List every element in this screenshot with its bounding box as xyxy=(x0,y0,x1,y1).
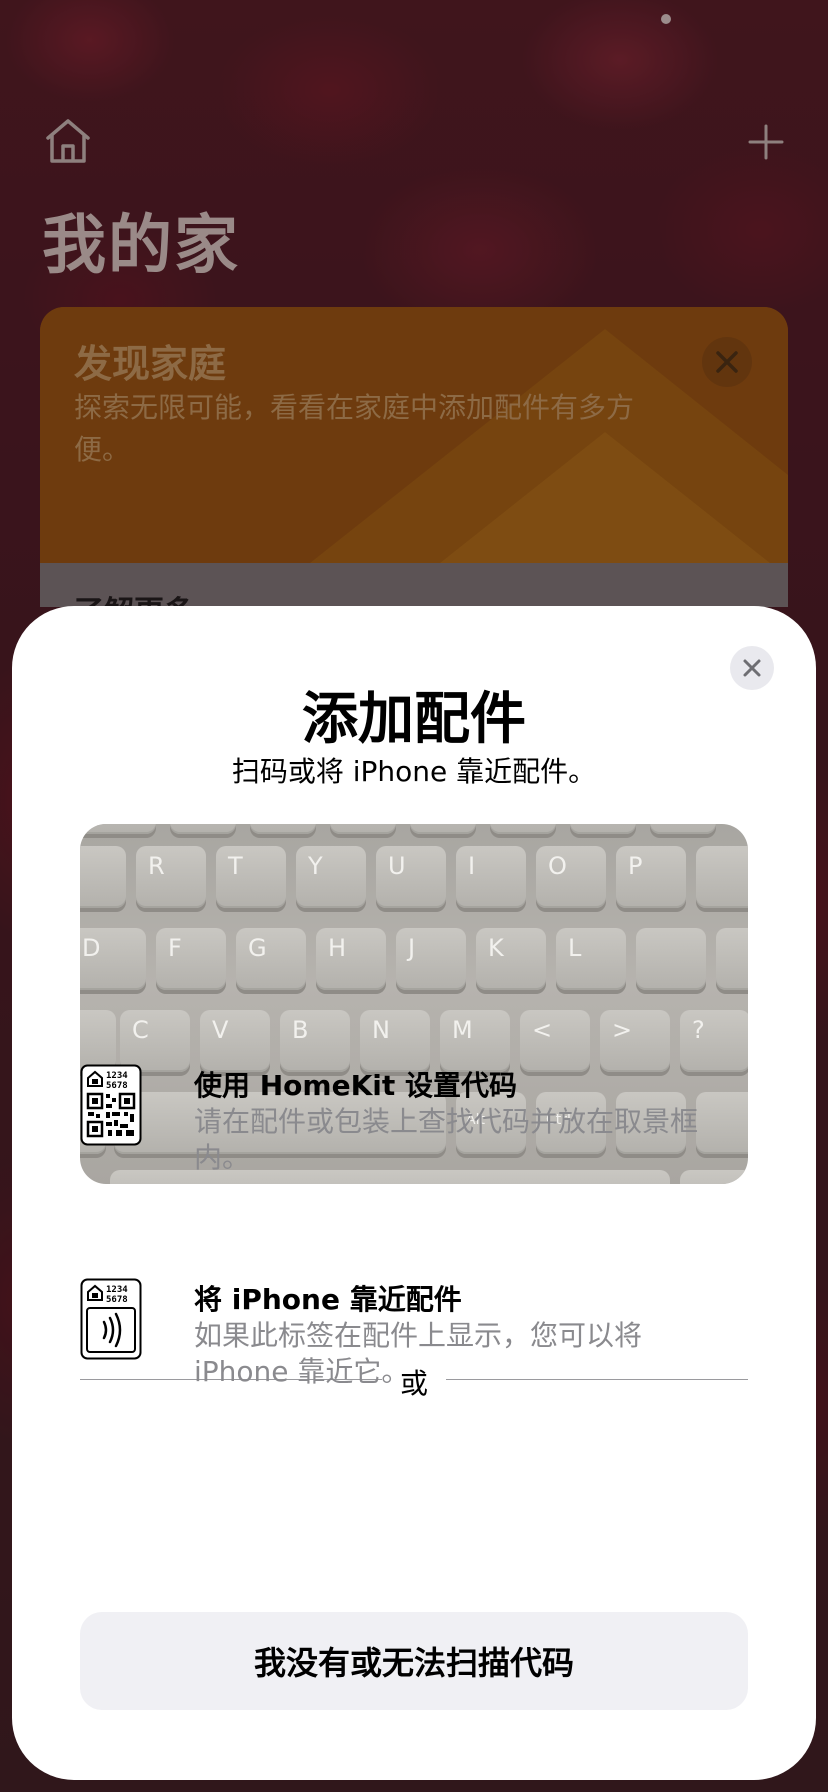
banner-text: 探索无限可能，看看在家庭中添加配件有多方便。 xyxy=(74,391,635,466)
keyboard-key xyxy=(650,824,716,834)
option-description: 请在配件或包装上查找代码并放在取景框内。 xyxy=(194,1105,699,1174)
keyboard-key xyxy=(696,846,748,908)
keyboard-key: M xyxy=(440,1010,510,1072)
keyboard-key: L xyxy=(556,928,626,990)
keyboard-key: B xyxy=(280,1010,350,1072)
keyboard-key: C xyxy=(120,1010,190,1072)
add-accessory-sheet: 添加配件 扫码或将 iPhone 靠近配件。 E R T Y U I O P D… xyxy=(12,606,816,1780)
keyboard-key xyxy=(80,824,156,834)
keyboard-key: H xyxy=(316,928,386,990)
svg-text:5678: 5678 xyxy=(106,1081,128,1091)
keyboard-key: N xyxy=(360,1010,430,1072)
keyboard-key xyxy=(80,1010,116,1072)
close-icon xyxy=(716,351,738,373)
home-icon[interactable] xyxy=(42,116,94,166)
keyboard-key: P xyxy=(616,846,686,908)
keyboard-key xyxy=(330,824,396,834)
keyboard-key xyxy=(570,824,636,834)
nfc-tag-icon: 1234 5678 xyxy=(80,1278,142,1360)
keyboard-key: J xyxy=(396,928,466,990)
sheet-title: 添加配件 xyxy=(302,687,526,752)
page-title: 我的家 xyxy=(42,209,240,283)
svg-text:1234: 1234 xyxy=(106,1285,128,1295)
keyboard-key: O xyxy=(536,846,606,908)
sheet-subtitle: 扫码或将 iPhone 靠近配件。 xyxy=(231,755,597,788)
keyboard-key: F xyxy=(156,928,226,990)
option-description: 如果此标签在配件上显示，您可以将 iPhone 靠近它。 xyxy=(194,1319,643,1388)
keyboard-key: K xyxy=(476,928,546,990)
discover-home-banner[interactable]: 发现家庭 探索无限可能，看看在家庭中添加配件有多方便。 了解更多 xyxy=(40,307,788,607)
keyboard-key xyxy=(636,928,706,990)
keyboard-key: G xyxy=(236,928,306,990)
option-title: 使用 HomeKit 设置代码 xyxy=(194,1069,518,1102)
keyboard-key: ? xyxy=(680,1010,748,1072)
keyboard-key: R xyxy=(136,846,206,908)
svg-text:1234: 1234 xyxy=(106,1071,128,1081)
keyboard-key xyxy=(490,824,556,834)
keyboard-key xyxy=(716,928,748,990)
svg-text:5678: 5678 xyxy=(106,1295,128,1305)
add-icon[interactable] xyxy=(746,122,786,162)
keyboard-key: U xyxy=(376,846,446,908)
homekit-code-icon: 1234 5678 xyxy=(80,1064,142,1146)
keyboard-key: T xyxy=(216,846,286,908)
keyboard-key: Y xyxy=(296,846,366,908)
keyboard-key: < xyxy=(520,1010,590,1072)
keyboard-key xyxy=(410,824,476,834)
option-title: 将 iPhone 靠近配件 xyxy=(194,1283,462,1316)
banner-title: 发现家庭 xyxy=(74,342,227,386)
banner-close-button[interactable] xyxy=(702,337,752,387)
keyboard-key: I xyxy=(456,846,526,908)
keyboard-key: D xyxy=(80,928,146,990)
keyboard-key: > xyxy=(600,1010,670,1072)
no-code-button[interactable]: 我没有或无法扫描代码 xyxy=(80,1612,748,1710)
keyboard-key xyxy=(250,824,316,834)
learn-more-link[interactable]: 了解更多 xyxy=(74,587,194,607)
keyboard-key: V xyxy=(200,1010,270,1072)
status-indicator xyxy=(661,14,671,24)
banner-footer[interactable]: 了解更多 xyxy=(40,563,788,607)
keyboard-key: E xyxy=(80,846,126,908)
keyboard-key xyxy=(170,824,236,834)
